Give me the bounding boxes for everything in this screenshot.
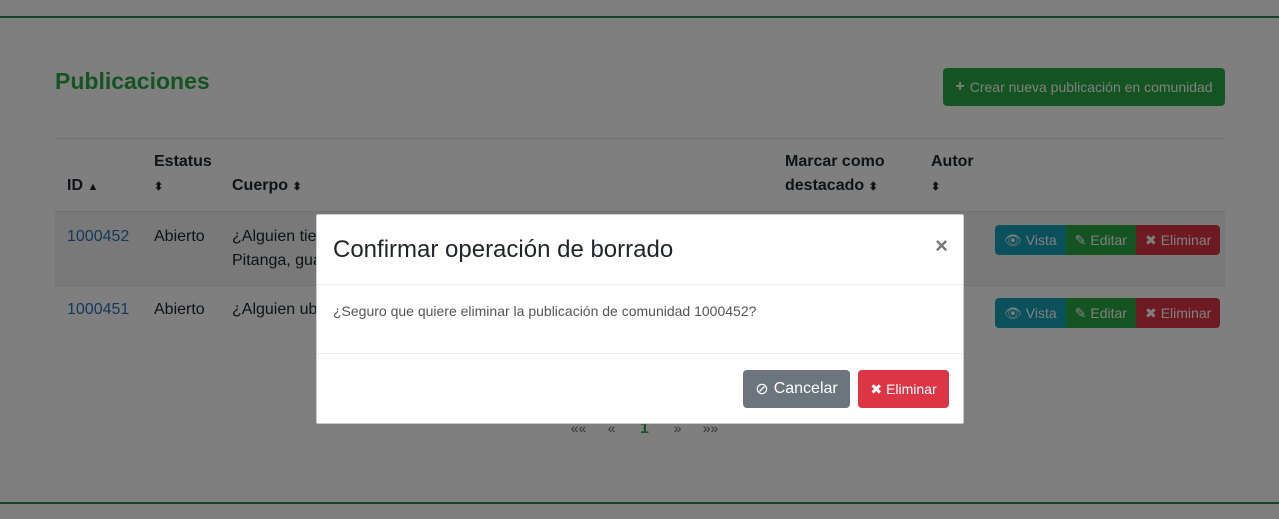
x-icon: ✖ xyxy=(870,380,883,397)
cancel-button[interactable]: ⊘ Cancelar xyxy=(743,370,850,408)
confirm-delete-button[interactable]: ✖ Eliminar xyxy=(858,370,949,408)
modal-title: Confirmar operación de borrado xyxy=(333,236,674,263)
confirm-delete-modal: Confirmar operación de borrado × ¿Seguro… xyxy=(316,214,964,424)
close-icon[interactable]: × xyxy=(935,233,948,259)
ban-icon: ⊘ xyxy=(755,381,769,398)
modal-footer: ⊘ Cancelar ✖ Eliminar xyxy=(317,354,963,424)
modal-header: Confirmar operación de borrado × xyxy=(317,215,963,285)
modal-message: ¿Seguro que quiere eliminar la publicaci… xyxy=(317,285,963,354)
